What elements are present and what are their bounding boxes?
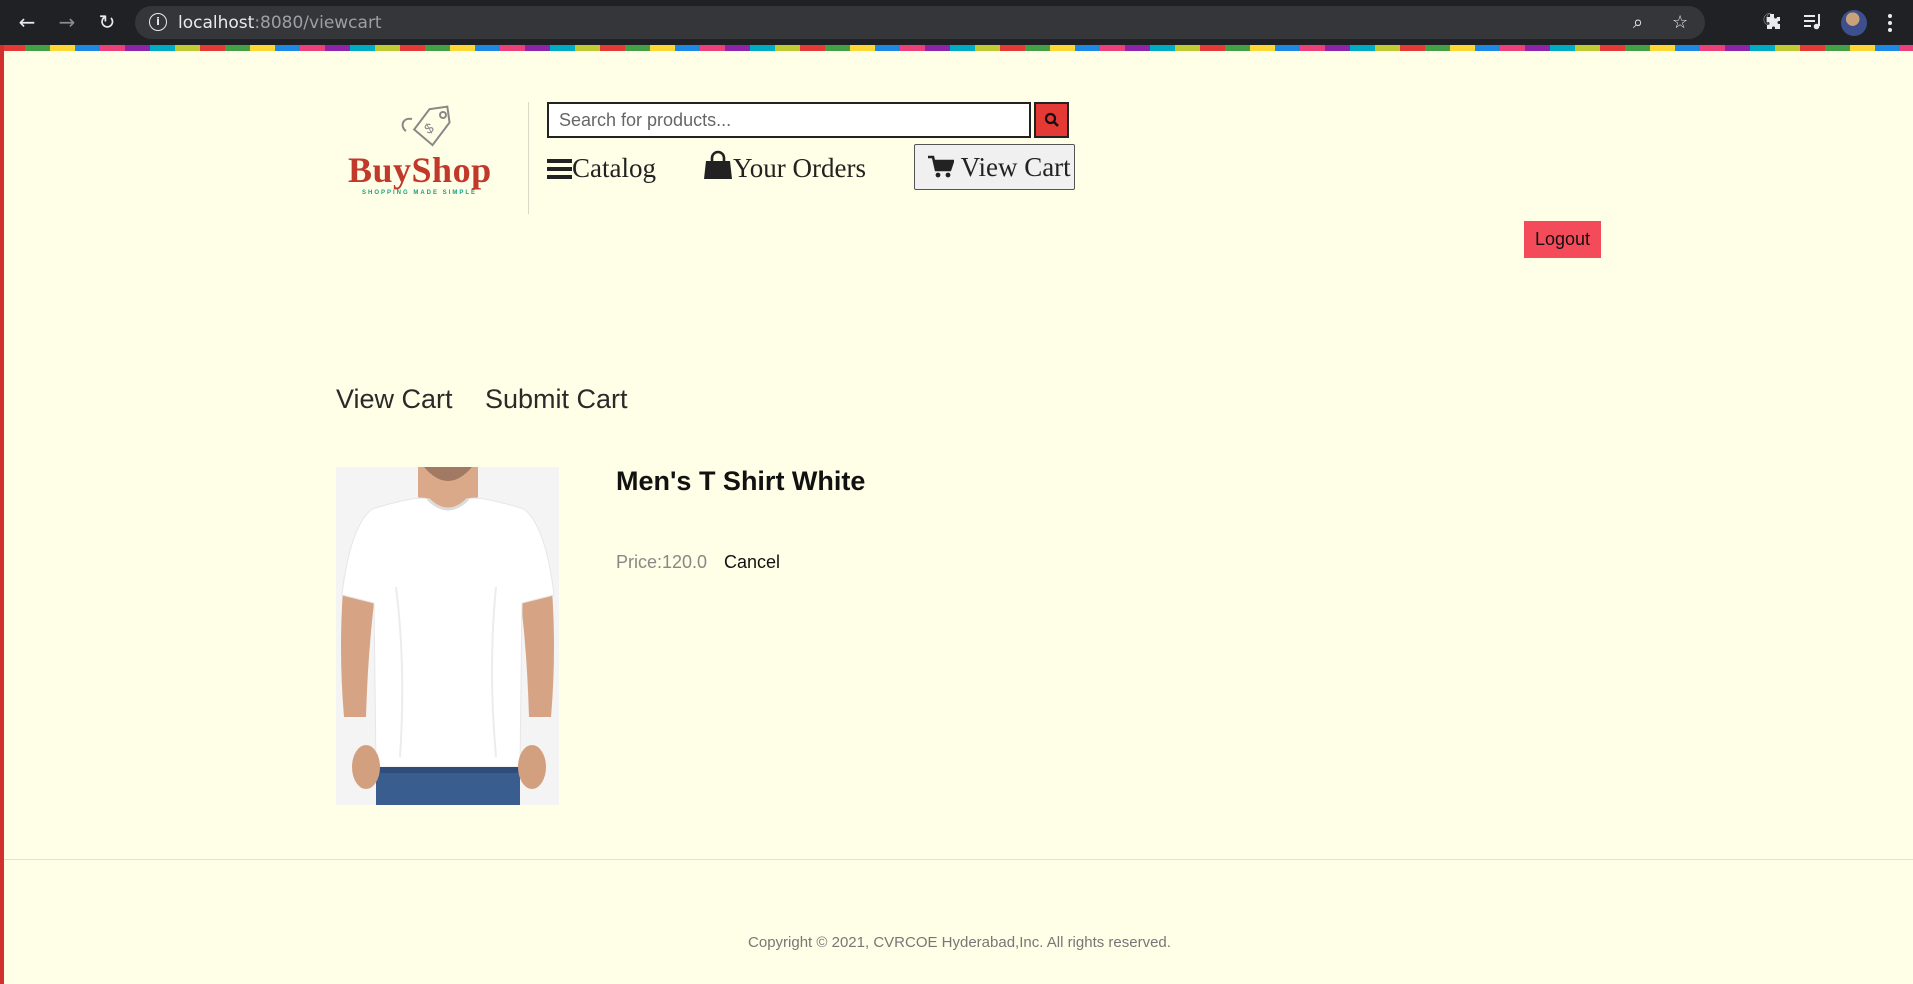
logo-tagline: SHOPPING MADE SIMPLE (362, 190, 478, 196)
svg-text:$: $ (422, 119, 437, 137)
shopping-bag-icon (704, 150, 732, 179)
view-cart-label: View Cart (960, 152, 1071, 182)
browser-toolbar: ← → ↻ i localhost:8080/viewcart ⌕ ☆ ☾ (0, 0, 1913, 45)
product-name[interactable]: Men's T Shirt White (616, 466, 865, 497)
brand-logo[interactable]: $ BuyShop SHOPPING MADE SIMPLE (340, 103, 500, 203)
info-icon[interactable]: i (149, 13, 167, 31)
logo-text: BuyShop (348, 150, 492, 190)
search-icon (1044, 112, 1059, 127)
price-tag-icon: $ (401, 105, 451, 147)
tab-submit-cart[interactable]: Submit Cart (485, 384, 628, 415)
header-divider (528, 102, 529, 214)
orders-label: Your Orders (733, 153, 867, 183)
address-bar[interactable]: i localhost:8080/viewcart ⌕ ☆ (135, 6, 1705, 39)
search-button[interactable] (1034, 102, 1069, 138)
star-icon[interactable]: ☆ (1672, 12, 1688, 33)
logout-button[interactable]: Logout (1524, 221, 1601, 258)
footer-divider (4, 859, 1913, 860)
media-icon[interactable] (1803, 13, 1823, 31)
view-cart-button[interactable]: View Cart (914, 144, 1075, 190)
orders-link[interactable]: Your Orders (703, 150, 866, 186)
reload-icon[interactable]: ↻ (96, 11, 118, 33)
tshirt-photo (336, 467, 559, 805)
extensions-icon[interactable] (1763, 12, 1783, 32)
menu-dots-icon[interactable] (1887, 12, 1893, 34)
zoom-icon[interactable]: ⌕ (1633, 12, 1643, 33)
color-stripe (0, 45, 1913, 51)
forward-arrow-icon[interactable]: → (56, 11, 78, 33)
search-input[interactable] (547, 102, 1031, 138)
profile-avatar[interactable] (1841, 10, 1867, 36)
cancel-item-link[interactable]: Cancel (724, 552, 780, 573)
back-arrow-icon[interactable]: ← (16, 11, 38, 33)
catalog-label: Catalog (572, 153, 656, 183)
hamburger-icon (547, 159, 572, 179)
product-image (336, 467, 559, 805)
catalog-link[interactable]: Catalog (547, 150, 656, 186)
copyright-text: Copyright © 2021, CVRCOE Hyderabad,Inc. … (748, 934, 1171, 951)
url-text[interactable]: localhost:8080/viewcart (178, 13, 382, 33)
tab-view-cart[interactable]: View Cart (336, 384, 453, 415)
product-price: Price:120.0 (616, 552, 708, 572)
cart-icon (928, 155, 956, 178)
left-border (0, 45, 4, 984)
